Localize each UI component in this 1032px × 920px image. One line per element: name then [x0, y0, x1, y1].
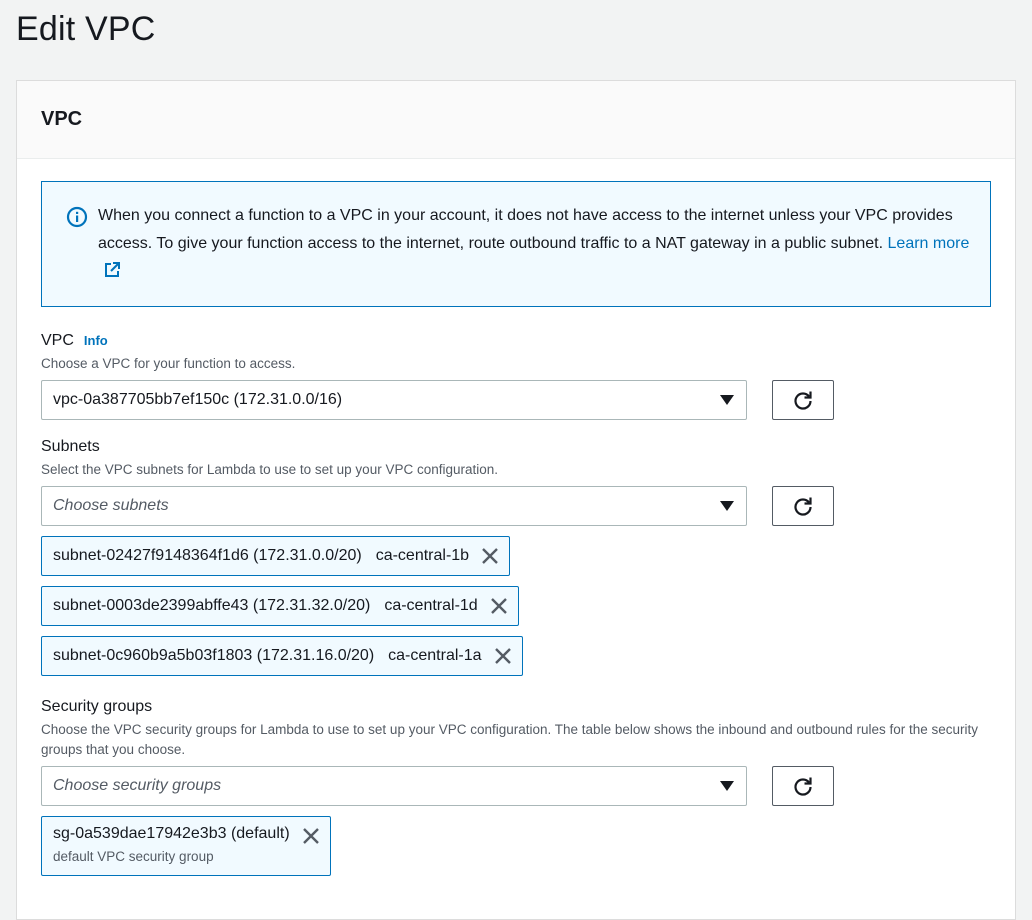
close-icon[interactable]	[302, 827, 320, 845]
security-group-id: sg-0a539dae17942e3b3 (default)	[53, 825, 290, 842]
security-groups-label: Security groups	[41, 698, 153, 715]
subnets-placeholder: Choose subnets	[53, 497, 169, 514]
subnet-token: subnet-0003de2399abffe43 (172.31.32.0/20…	[41, 586, 519, 626]
vpc-panel: VPC When you connect a function to a VPC…	[16, 80, 1016, 920]
subnets-select[interactable]: Choose subnets	[41, 486, 747, 526]
vpc-refresh-button[interactable]	[772, 380, 834, 420]
security-group-token-list: sg-0a539dae17942e3b3 (default) default V…	[41, 806, 991, 876]
security-groups-refresh-button[interactable]	[772, 766, 834, 806]
close-icon[interactable]	[494, 647, 512, 665]
close-icon[interactable]	[481, 547, 499, 565]
learn-more-label: Learn more	[887, 235, 970, 252]
alert-message: When you connect a function to a VPC in …	[98, 207, 953, 252]
subnets-label: Subnets	[41, 438, 100, 455]
external-link-icon	[105, 262, 120, 277]
refresh-icon	[794, 777, 812, 796]
subnet-token-list: subnet-02427f9148364f1d6 (172.31.0.0/20)…	[41, 526, 991, 676]
security-group-token: sg-0a539dae17942e3b3 (default) default V…	[41, 816, 331, 876]
vpc-label: VPC	[41, 332, 74, 349]
info-alert: When you connect a function to a VPC in …	[41, 181, 991, 307]
vpc-field: VPC Info Choose a VPC for your function …	[41, 332, 991, 420]
info-circle-icon	[66, 206, 88, 228]
caret-down-icon	[720, 781, 734, 791]
subnet-id: subnet-02427f9148364f1d6 (172.31.0.0/20)	[53, 547, 362, 564]
panel-header: VPC	[17, 81, 1015, 159]
security-groups-description: Choose the VPC security groups for Lambd…	[41, 722, 979, 757]
vpc-select[interactable]: vpc-0a387705bb7ef150c (172.31.0.0/16)	[41, 380, 747, 420]
vpc-description: Choose a VPC for your function to access…	[41, 356, 296, 371]
security-groups-placeholder: Choose security groups	[53, 777, 222, 794]
security-groups-select[interactable]: Choose security groups	[41, 766, 747, 806]
caret-down-icon	[720, 501, 734, 511]
alert-text: When you connect a function to a VPC in …	[98, 202, 970, 306]
panel-title: VPC	[41, 108, 83, 130]
caret-down-icon	[720, 395, 734, 405]
subnets-field: Subnets Select the VPC subnets for Lambd…	[41, 438, 991, 676]
subnets-description: Select the VPC subnets for Lambda to use…	[41, 462, 499, 477]
page-title: Edit VPC	[16, 10, 156, 48]
vpc-info-link[interactable]: Info	[84, 333, 108, 348]
security-group-description: default VPC security group	[53, 849, 214, 864]
subnets-refresh-button[interactable]	[772, 486, 834, 526]
subnet-zone: ca-central-1d	[384, 597, 478, 614]
subnet-id: subnet-0c960b9a5b03f1803 (172.31.16.0/20…	[53, 647, 375, 664]
subnet-token: subnet-02427f9148364f1d6 (172.31.0.0/20)…	[41, 536, 511, 576]
refresh-icon	[794, 391, 812, 410]
panel-body: When you connect a function to a VPC in …	[17, 159, 1015, 876]
close-icon[interactable]	[490, 597, 508, 615]
vpc-selected-value: vpc-0a387705bb7ef150c (172.31.0.0/16)	[53, 391, 343, 408]
security-groups-field: Security groups Choose the VPC security …	[41, 698, 991, 876]
refresh-icon	[794, 497, 812, 516]
subnet-zone: ca-central-1b	[375, 547, 470, 564]
subnet-token: subnet-0c960b9a5b03f1803 (172.31.16.0/20…	[41, 636, 523, 676]
subnet-id: subnet-0003de2399abffe43 (172.31.32.0/20…	[53, 597, 371, 614]
subnet-zone: ca-central-1a	[388, 647, 482, 664]
